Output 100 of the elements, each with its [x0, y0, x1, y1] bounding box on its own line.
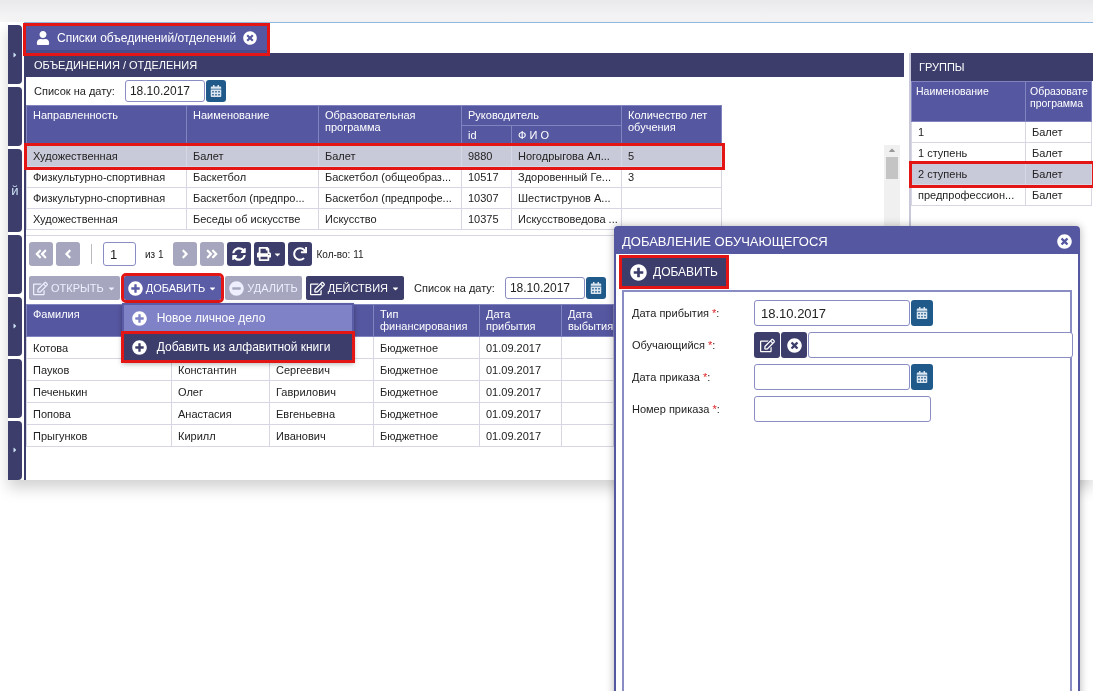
- table-cell: Балет: [318, 145, 462, 167]
- toolbar-button[interactable]: ДЕЙСТВИЯ: [305, 276, 404, 300]
- printer-icon: [256, 247, 271, 261]
- sidebar-tab[interactable]: й: [8, 149, 22, 232]
- table-cell: Иванович: [269, 424, 374, 447]
- toolbar-button[interactable]: ДОБАВИТЬ: [123, 276, 222, 300]
- panel-title: ОБЪЕДИНЕНИЯ / ОТДЕЛЕНИЯ: [26, 53, 904, 77]
- table-row[interactable]: Художественная Балет Балет 9880 Ногодрыгова Ал... 5: [26, 145, 722, 167]
- table-row[interactable]: Физкультурно-спортивная Баскетбол (предпро... Баскетбол (предпрофе... 10307 Шестиструнов А...: [26, 187, 722, 209]
- table-cell: 10375: [461, 208, 512, 230]
- column-header: Количество лет обучения: [621, 105, 722, 146]
- column-header: Наименование: [186, 105, 319, 146]
- add-button[interactable]: ДОБАВИТЬ: [622, 258, 726, 286]
- table-cell: 10307: [461, 187, 512, 209]
- table-cell: Бюджетное: [373, 424, 480, 447]
- edit-icon: [759, 337, 775, 353]
- table-cell: Бюджетное: [373, 358, 480, 381]
- column-header: Образовате программа: [1025, 81, 1092, 122]
- table-cell: Балет: [1025, 121, 1092, 143]
- column-header: Дата прибытия: [479, 304, 562, 337]
- calendar-button[interactable]: [911, 364, 933, 390]
- calendar-icon: [589, 282, 602, 294]
- table-cell: Кирилл: [171, 424, 270, 447]
- column-header: Направленность: [26, 105, 187, 146]
- double-chevron-left-icon: [34, 247, 48, 261]
- table-cell: Балет: [1025, 163, 1092, 185]
- record-count: Кол-во: 11: [316, 248, 364, 260]
- clear-button[interactable]: [781, 332, 807, 358]
- edit-icon: [309, 280, 325, 296]
- date-label: Список на дату:: [34, 85, 115, 97]
- dialog-title: ДОБАВЛЕНИЕ ОБУЧАЮЩЕГОСЯ: [622, 233, 828, 249]
- table-cell: Сергеевич: [269, 358, 374, 381]
- table-cell: Искусство: [318, 208, 462, 230]
- column-header: Тип финансирования: [373, 304, 480, 337]
- calendar-button[interactable]: [585, 277, 606, 299]
- table-cell: Анастасия: [171, 402, 270, 425]
- minus-icon: [229, 280, 245, 296]
- table-cell: Художественная: [26, 208, 187, 230]
- column-header: Руководитель: [461, 105, 622, 126]
- caret-icon: [11, 322, 19, 331]
- plus-icon: [127, 280, 143, 296]
- table-row[interactable]: 2 ступень Балет: [911, 163, 1092, 185]
- date-field[interactable]: 18.10.2017: [124, 80, 205, 102]
- table-row[interactable]: 1 Балет: [911, 121, 1092, 143]
- caret-icon: [11, 50, 19, 59]
- table-cell: Физкультурно-спортивная: [26, 187, 187, 209]
- plus-icon: [131, 310, 147, 326]
- table-cell: Пауков: [26, 358, 172, 381]
- print-button[interactable]: [253, 242, 285, 266]
- tab[interactable]: Списки объединений/отделений: [26, 26, 268, 53]
- sidebar-tab[interactable]: [8, 420, 22, 480]
- plus-icon: [630, 263, 647, 281]
- sidebar-tab[interactable]: [8, 358, 22, 418]
- edit-button[interactable]: [754, 332, 780, 358]
- sidebar-tab[interactable]: [8, 25, 22, 85]
- refresh-icon: [231, 247, 246, 261]
- table-cell: Евгеньевна: [269, 402, 374, 425]
- sidebar-tab[interactable]: [8, 296, 22, 356]
- column-header: Наименование: [911, 81, 1026, 122]
- column-header: Образовательная программа: [318, 105, 462, 146]
- page-field[interactable]: 1: [103, 242, 136, 266]
- calendar-icon: [916, 371, 928, 383]
- calendar-button[interactable]: [911, 300, 933, 326]
- date-field[interactable]: [754, 364, 910, 390]
- user-icon: [36, 31, 50, 45]
- column-header: Дата выбытия: [561, 304, 614, 337]
- date-field[interactable]: 18.10.2017: [504, 277, 585, 299]
- table-cell: 01.09.2017: [479, 402, 562, 425]
- field-label: Номер приказа *:: [632, 403, 721, 415]
- table-cell: Беседы об искусстве: [186, 208, 319, 230]
- date-field[interactable]: 18.10.2017: [754, 300, 910, 326]
- edit-icon: [33, 280, 48, 296]
- table-cell: 01.09.2017: [479, 358, 562, 381]
- scrollbar-thumb[interactable]: [886, 157, 898, 179]
- calendar-button[interactable]: [205, 80, 226, 102]
- student-field[interactable]: [808, 332, 1073, 358]
- date-label: Список на дату:: [414, 282, 495, 294]
- close-icon[interactable]: [1057, 233, 1072, 249]
- sidebar-tab[interactable]: [8, 234, 22, 294]
- menu-item[interactable]: Добавить из алфавитной книги: [123, 334, 352, 360]
- table-cell: 2 ступень: [911, 163, 1026, 185]
- table-cell: Бюджетное: [373, 380, 480, 403]
- calendar-icon: [916, 307, 928, 319]
- order-number-field[interactable]: [754, 396, 931, 422]
- sidebar-tab[interactable]: [8, 87, 22, 147]
- table-cell: 9880: [461, 145, 512, 167]
- refresh-button[interactable]: [226, 242, 251, 266]
- table-cell: 5: [621, 145, 722, 167]
- calendar-icon: [209, 85, 222, 97]
- table-cell: Попова: [26, 402, 172, 425]
- table-cell: 01.09.2017: [479, 380, 562, 403]
- close-icon[interactable]: [243, 31, 258, 45]
- page-total: из 1: [145, 248, 164, 260]
- field-label: Дата приказа *:: [632, 371, 712, 383]
- plus-icon: [131, 339, 147, 355]
- menu-item[interactable]: Новое личное дело: [123, 305, 352, 331]
- table-cell: 01.09.2017: [479, 336, 562, 359]
- table-cell: 01.09.2017: [479, 424, 562, 447]
- reload-button[interactable]: [287, 242, 312, 266]
- double-chevron-right-icon: [204, 247, 219, 261]
